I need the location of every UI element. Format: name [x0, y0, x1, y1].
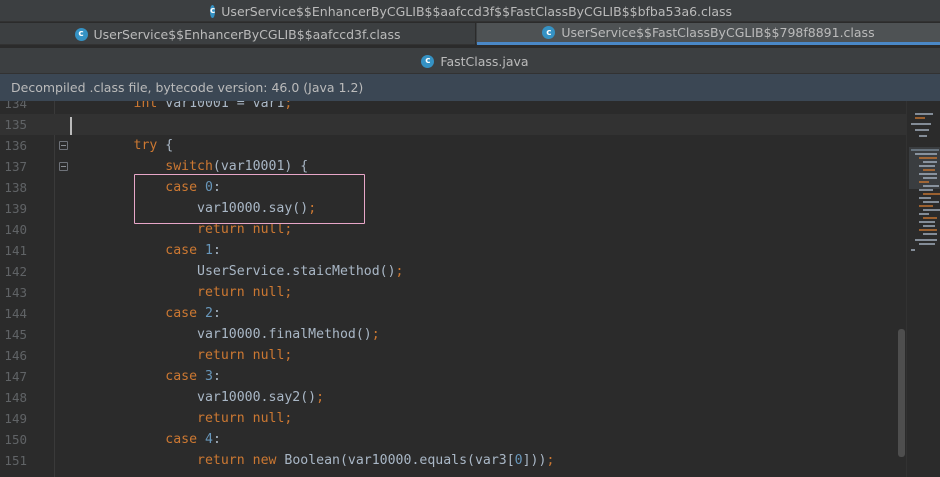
minimap-line	[919, 189, 933, 191]
minimap-line	[923, 185, 939, 187]
code-line[interactable]: 150 case 4:	[0, 429, 906, 450]
code-text: return null;	[197, 411, 293, 426]
minimap-line	[911, 249, 915, 251]
tab-label: UserService$$EnhancerByCGLIB$$aafccd3f.c…	[93, 26, 401, 42]
minimap-line	[915, 129, 929, 131]
class-file-icon: c	[74, 27, 88, 41]
minimap-line	[919, 197, 931, 199]
line-number: 151	[4, 453, 27, 468]
minimap-line	[923, 209, 940, 211]
minimap-line	[923, 177, 937, 179]
minimap-line	[919, 173, 937, 175]
code-line[interactable]: 142 UserService.staicMethod();	[0, 261, 906, 282]
code-editor[interactable]: 134 int var10001 = var1; 135 136 try {137 …	[0, 101, 940, 477]
code-line[interactable]: 146 return null;	[0, 345, 906, 366]
code-text: var10000.finalMethod();	[70, 327, 380, 342]
code-text: case 4:	[165, 432, 221, 447]
line-number: 141	[4, 243, 27, 258]
line-number: 144	[4, 306, 27, 321]
code-line[interactable]: 147 case 3:	[0, 366, 906, 387]
tab-row-1: c UserService$$EnhancerByCGLIB$$aafccd3f…	[0, 0, 940, 22]
code-text: return new Boolean(var10000.equals(var3[…	[197, 453, 555, 468]
text-caret	[70, 117, 72, 135]
minimap-line	[923, 193, 940, 195]
code-text: case 2:	[165, 306, 221, 321]
minimap-line	[919, 221, 935, 223]
code-text: return null;	[197, 348, 293, 363]
decompiled-notice-text: Decompiled .class file, bytecode version…	[11, 80, 364, 95]
minimap-line	[911, 123, 931, 125]
minimap-line	[919, 135, 927, 137]
code-text: var10000.say2();	[70, 390, 325, 405]
tab-label: FastClass.java	[440, 53, 529, 69]
minimap-line	[923, 161, 937, 163]
line-number: 148	[4, 390, 27, 405]
code-text: return null;	[197, 285, 293, 300]
line-number: 139	[4, 201, 27, 216]
fold-toggle-icon[interactable]	[59, 162, 68, 171]
tab-fastclass-798f8891[interactable]: c UserService$$FastClassByCGLIB$$798f889…	[477, 23, 940, 45]
fold-toggle-icon[interactable]	[59, 141, 68, 150]
line-number: 134	[4, 101, 27, 111]
tab-label: UserService$$FastClassByCGLIB$$798f8891.…	[561, 25, 875, 40]
minimap-line	[915, 153, 937, 155]
code-line[interactable]: 143 return null;	[0, 282, 906, 303]
code-line[interactable]: 135	[0, 114, 906, 135]
code-line[interactable]: 141 case 1:	[0, 240, 906, 261]
code-line[interactable]: 151 return new Boolean(var10000.equals(v…	[0, 450, 906, 471]
minimap-line	[919, 157, 937, 159]
line-number: 143	[4, 285, 27, 300]
minimap-line	[923, 169, 935, 171]
minimap-line	[915, 113, 933, 115]
code-text: try {	[133, 138, 174, 153]
tab-label: UserService$$EnhancerByCGLIB$$aafccd3f$$…	[221, 3, 733, 19]
line-number: 136	[4, 138, 27, 153]
vertical-scrollbar-thumb[interactable]	[898, 329, 905, 457]
minimap-line	[919, 243, 935, 245]
tab-row-2: c UserService$$EnhancerByCGLIB$$aafccd3f…	[0, 23, 940, 45]
minimap-line	[923, 225, 935, 227]
line-number: 140	[4, 222, 27, 237]
code-line[interactable]: 148 var10000.say2();	[0, 387, 906, 408]
code-line[interactable]: 136 try {	[0, 135, 906, 156]
code-line[interactable]: 149 return null;	[0, 408, 906, 429]
line-number: 146	[4, 348, 27, 363]
class-file-icon: c	[542, 26, 556, 39]
minimap-line	[915, 239, 937, 241]
tab-fastclass-bfba53a6[interactable]: c UserService$$EnhancerByCGLIB$$aafccd3f…	[209, 0, 732, 22]
code-line[interactable]: 134 int var10001 = var1;	[0, 101, 906, 114]
minimap-line	[923, 201, 939, 203]
code-line[interactable]: 144 case 2:	[0, 303, 906, 324]
annotation-highlight-box	[134, 174, 365, 224]
code-text: int var10001 = var1;	[133, 101, 293, 111]
line-number: 145	[4, 327, 27, 342]
code-minimap[interactable]	[906, 101, 940, 477]
line-number: 147	[4, 369, 27, 384]
minimap-line	[919, 229, 937, 231]
minimap-line	[915, 117, 925, 119]
minimap-line	[923, 217, 937, 219]
minimap-line	[919, 205, 933, 207]
java-file-icon: c	[421, 54, 435, 68]
minimap-line	[919, 165, 935, 167]
line-number: 138	[4, 180, 27, 195]
tab-row-3: c FastClass.java	[0, 48, 940, 74]
code-text: UserService.staicMethod();	[70, 264, 404, 279]
line-number: 142	[4, 264, 27, 279]
tab-fastclass-java[interactable]: c FastClass.java	[420, 48, 530, 74]
tab-enhancer-aafccd3f[interactable]: c UserService$$EnhancerByCGLIB$$aafccd3f…	[0, 23, 476, 45]
minimap-line	[923, 233, 937, 235]
line-number: 149	[4, 411, 27, 426]
code-line[interactable]: 145 var10000.finalMethod();	[0, 324, 906, 345]
minimap-line	[911, 149, 939, 151]
decompiled-notice-bar: Decompiled .class file, bytecode version…	[0, 74, 940, 101]
line-number: 137	[4, 159, 27, 174]
code-text: case 3:	[165, 369, 221, 384]
minimap-line	[919, 181, 929, 183]
line-number: 135	[4, 117, 27, 132]
line-number: 150	[4, 432, 27, 447]
class-file-icon: c	[209, 4, 216, 18]
minimap-line	[919, 213, 929, 215]
code-text: case 1:	[165, 243, 221, 258]
